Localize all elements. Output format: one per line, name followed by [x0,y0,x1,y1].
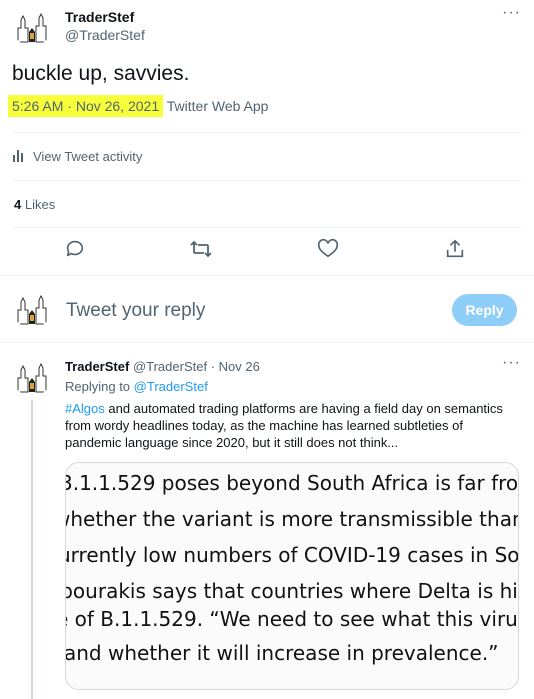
replying-handle-link[interactable]: @TraderStef [134,379,208,394]
image-text-line: whether the variant is more transmissibl… [66,507,518,531]
activity-icon[interactable] [13,150,25,162]
reply-author-name[interactable]: TraderStef [65,359,129,374]
likes-label: Likes [24,197,56,212]
reply-text: #Algos and automated trading platforms a… [65,400,521,451]
reply-input[interactable]: Tweet your reply [66,300,205,322]
reply-author-handle[interactable]: @TraderStef [133,359,207,374]
divider [0,275,534,276]
more-options-icon[interactable]: ··· [502,5,521,21]
tweet-text: buckle up, savvies. [12,62,190,85]
divider [12,132,522,133]
meta-sep: · [67,98,72,114]
author-name[interactable]: TraderStef [65,9,134,25]
reply-avatar[interactable] [12,356,52,396]
tweet-time[interactable]: 5:26 AM [12,98,63,114]
replying-to: Replying to @TraderStef [65,379,208,394]
composer-avatar[interactable] [12,288,52,328]
divider [12,227,522,228]
image-text-line: opourakis says that countries where Delt… [65,579,519,603]
reply-button[interactable]: Reply [452,294,517,326]
avatar[interactable] [12,6,52,46]
hashtag-link[interactable]: #Algos [65,401,105,416]
attached-image[interactable]: 3.1.1.529 poses beyond South Africa is f… [65,462,519,690]
reply-date[interactable]: Nov 26 [219,359,260,374]
author-handle[interactable]: @TraderStef [65,27,145,43]
reply-icon[interactable] [64,238,86,260]
reply-header: TraderStef @TraderStef · Nov 26 [65,359,260,374]
divider [0,342,534,343]
likes-row[interactable]: 4 Likes [14,197,55,212]
reply-more-options-icon[interactable]: ··· [502,355,521,371]
image-text-line: and whether it will increase in prevalen… [65,641,499,665]
thread-line [31,400,33,699]
tweet-source[interactable]: Twitter Web App [167,98,269,114]
likes-count: 4 [14,197,22,212]
view-activity-link[interactable]: View Tweet activity [33,149,142,164]
reply-body: and automated trading platforms are havi… [65,401,503,450]
share-icon[interactable] [444,238,466,260]
divider [12,180,522,181]
tweet-timestamp[interactable]: 5:26 AM · Nov 26, 2021 [8,95,164,117]
retweet-icon[interactable] [189,238,213,260]
replying-prefix: Replying to [65,379,131,394]
reply-sep: · [210,359,216,374]
tweet-date[interactable]: Nov 26, 2021 [76,98,159,114]
image-text-line: 3.1.1.529 poses beyond South Africa is f… [65,471,519,495]
like-icon[interactable] [317,238,339,260]
tweet-meta: 5:26 AM · Nov 26, 2021 · Twitter Web App [8,95,269,117]
image-text-line: urrently low numbers of COVID-19 cases i… [65,543,519,567]
image-text-line: e of B.1.1.529. “We need to see what thi… [65,607,519,631]
